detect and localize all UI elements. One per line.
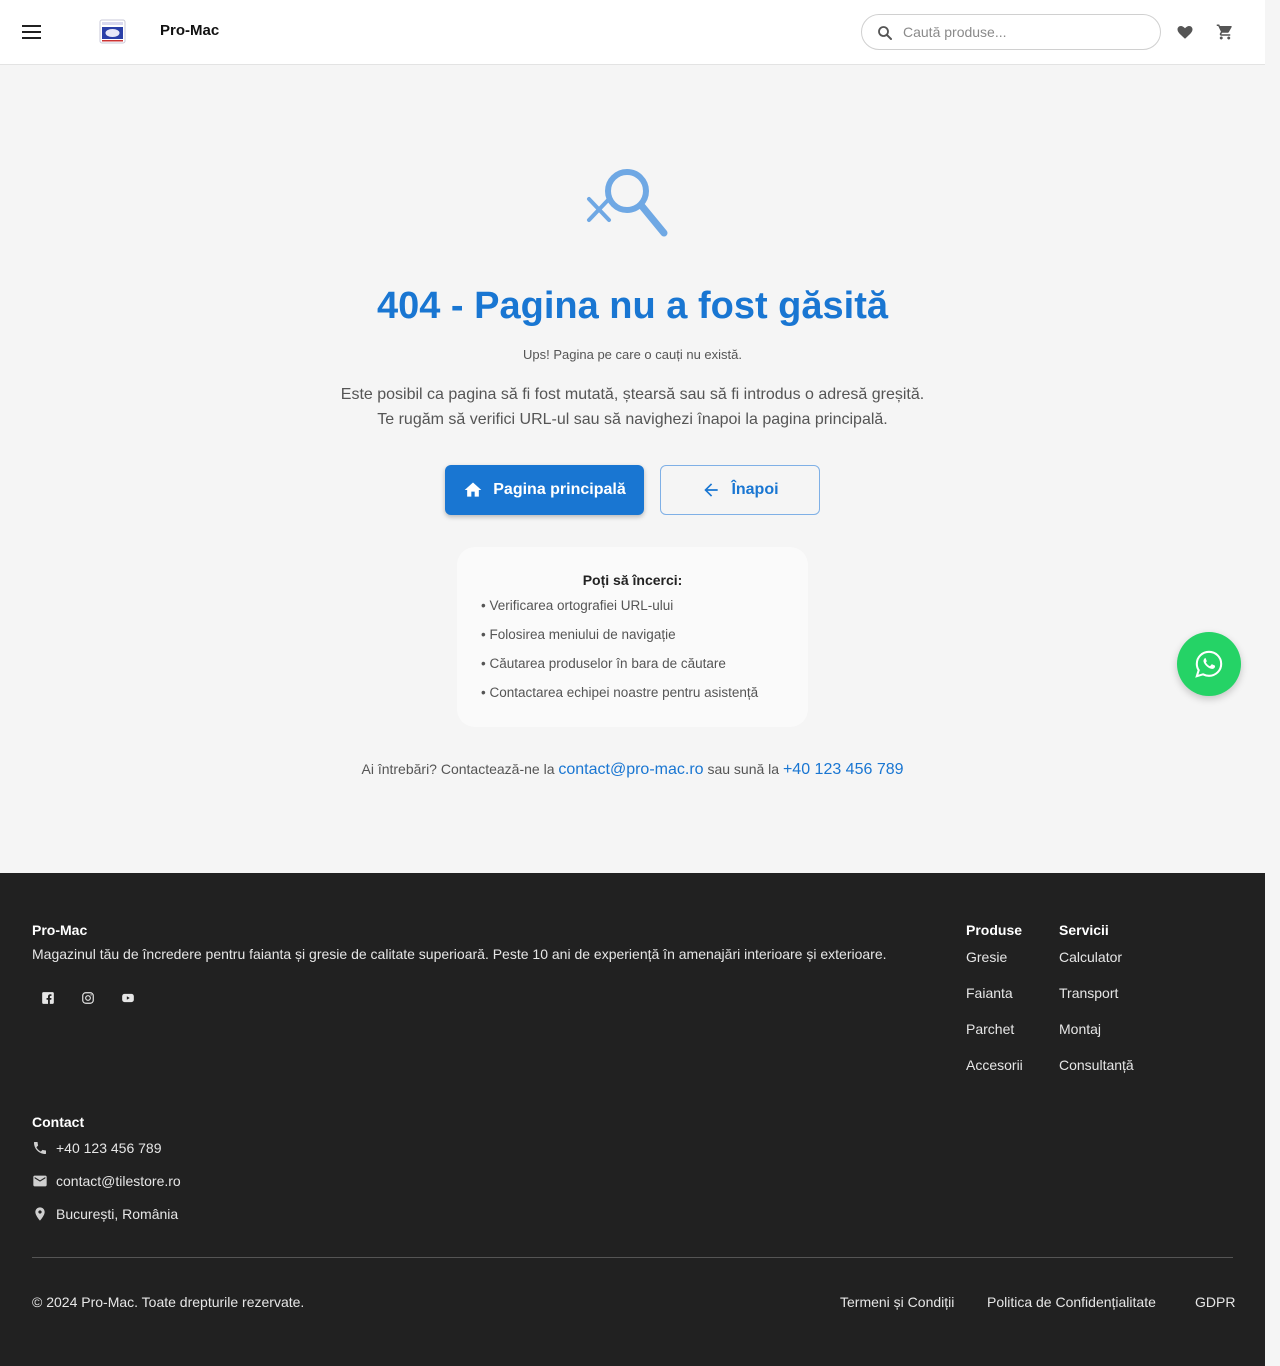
back-button-label: Înapoi — [731, 481, 779, 498]
suggestions-list: • Verificarea ortografiei URL-ului • Fol… — [481, 597, 758, 713]
search-off-icon — [587, 169, 668, 237]
page-title: 404 - Pagina nu a fost găsită — [376, 285, 889, 327]
not-found-section: 404 - Pagina nu a fost găsită Ups! Pagin… — [0, 65, 1265, 873]
terms-link[interactable]: Termeni și Condiții — [840, 1294, 954, 1310]
footer-column-products: Produse Gresie Faianta Parchet Accesorii — [966, 922, 1023, 1092]
phone-icon — [34, 1142, 46, 1154]
footer-column-services: Servicii Calculator Transport Montaj Con… — [1059, 922, 1134, 1092]
footer-link-calculator[interactable]: Calculator — [1059, 948, 1134, 984]
privacy-policy-link[interactable]: Politica de Confidențialitate — [987, 1294, 1156, 1310]
footer-column-heading: Servicii — [1059, 922, 1109, 938]
footer-link-montaj[interactable]: Montaj — [1059, 1020, 1134, 1056]
footer-contact-phone[interactable]: +40 123 456 789 — [32, 1138, 162, 1158]
whatsapp-icon — [1195, 650, 1223, 678]
heart-icon[interactable] — [1176, 23, 1194, 41]
cart-icon[interactable] — [1216, 23, 1234, 41]
copyright: © 2024 Pro-Mac. Toate drepturile rezerva… — [32, 1294, 305, 1310]
search-icon[interactable] — [876, 24, 894, 42]
footer-brand: Pro-Mac — [32, 922, 88, 938]
suggestions-title: Poți să încerci: — [582, 572, 683, 588]
footer-link-consultanta[interactable]: Consultanță — [1059, 1056, 1134, 1092]
footer-contact-heading: Contact — [32, 1114, 85, 1130]
location-icon — [35, 1207, 45, 1221]
gdpr-link[interactable]: GDPR — [1195, 1294, 1235, 1310]
email-icon — [33, 1175, 47, 1187]
home-button[interactable]: Pagina principală — [445, 465, 644, 515]
footer-column-heading: Produse — [966, 922, 1023, 938]
instagram-icon[interactable] — [81, 991, 95, 1005]
top-app-bar: Pro-Mac — [0, 0, 1265, 65]
menu-icon[interactable] — [20, 20, 44, 44]
site-footer: Pro-Mac Magazinul tău de încredere pentr… — [0, 873, 1265, 1366]
footer-link-parchet[interactable]: Parchet — [966, 1020, 1023, 1056]
footer-address-text: București, România — [56, 1206, 179, 1222]
facebook-icon[interactable] — [41, 991, 55, 1005]
footer-divider — [32, 1257, 1233, 1258]
list-item: • Contactarea echipei noastre pentru asi… — [481, 685, 759, 700]
whatsapp-button[interactable] — [1177, 632, 1241, 696]
contact-prefix: Ai întrebări? Contactează-ne la — [361, 761, 559, 777]
footer-description: Magazinul tău de încredere pentru faiant… — [32, 946, 887, 962]
contact-phone-link[interactable]: +40 123 456 789 — [783, 761, 904, 778]
back-button[interactable]: Înapoi — [660, 465, 820, 515]
page-subtitle: Ups! Pagina pe care o cauți nu există. — [523, 347, 742, 362]
brand-name[interactable]: Pro-Mac — [160, 22, 219, 39]
contact-line: Ai întrebări? Contactează-ne la contact@… — [0, 761, 1265, 779]
brand-logo[interactable] — [99, 18, 126, 45]
contact-middle: sau sună la — [703, 761, 783, 777]
suggestions-card: Poți să încerci: • Verificarea ortografi… — [457, 547, 808, 727]
footer-link-transport[interactable]: Transport — [1059, 984, 1134, 1020]
search-bar — [861, 14, 1161, 50]
arrow-left-icon — [704, 483, 719, 497]
home-icon — [464, 482, 482, 497]
footer-email-text: contact@tilestore.ro — [56, 1173, 181, 1189]
page-description: Este posibil ca pagina să fi fost mutată… — [340, 386, 925, 428]
footer-link-accesorii[interactable]: Accesorii — [966, 1056, 1023, 1092]
youtube-icon[interactable] — [121, 991, 135, 1005]
footer-link-gresie[interactable]: Gresie — [966, 948, 1023, 984]
list-item: • Verificarea ortografiei URL-ului — [481, 598, 674, 613]
search-input[interactable] — [903, 15, 1153, 49]
footer-contact-address: București, România — [32, 1204, 178, 1224]
footer-link-faianta[interactable]: Faianta — [966, 984, 1023, 1020]
contact-email-link[interactable]: contact@pro-mac.ro — [558, 761, 703, 778]
home-button-label: Pagina principală — [493, 481, 626, 498]
footer-contact-email[interactable]: contact@tilestore.ro — [32, 1171, 181, 1191]
footer-phone-text: +40 123 456 789 — [56, 1140, 162, 1156]
list-item: • Căutarea produselor în bara de căutare — [481, 656, 726, 671]
list-item: • Folosirea meniului de navigație — [481, 627, 676, 642]
